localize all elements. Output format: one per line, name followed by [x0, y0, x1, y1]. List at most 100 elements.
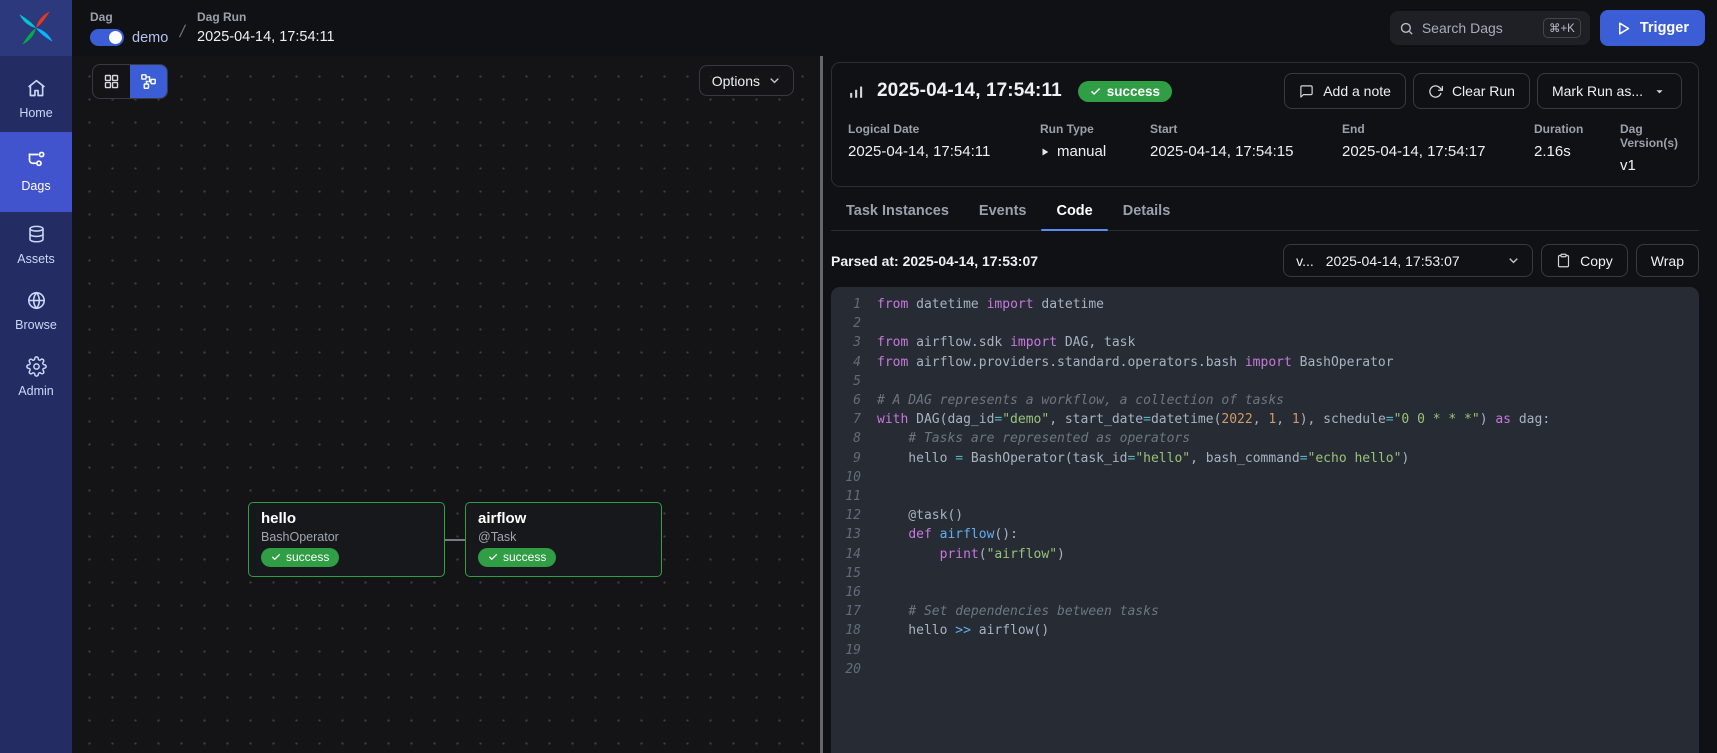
- copy-button[interactable]: Copy: [1541, 244, 1628, 277]
- graph-view-button[interactable]: [130, 65, 167, 98]
- check-icon: [1090, 86, 1101, 97]
- line-number: 5: [831, 372, 861, 391]
- chevron-down-icon: [1507, 254, 1520, 267]
- line-content: hello >> airflow(): [877, 621, 1049, 640]
- line-number: 10: [831, 468, 861, 487]
- dag-run-value: 2025-04-14, 17:54:11: [197, 29, 335, 45]
- meta-label: Dag Version(s): [1620, 122, 1682, 150]
- line-number: 3: [831, 333, 861, 352]
- run-meta-run-type: Run Type manual: [1040, 122, 1150, 174]
- meta-value: 2025-04-14, 17:54:15: [1150, 143, 1342, 160]
- code-block[interactable]: 1from datetime import datetime23from air…: [831, 287, 1699, 753]
- graph-panel[interactable]: Options helloBashOperatorsuccess airflow@…: [72, 56, 820, 753]
- bar-chart-icon: [848, 83, 865, 100]
- code-line: 3from airflow.sdk import DAG, task: [831, 333, 1699, 352]
- line-number: 6: [831, 391, 861, 410]
- airflow-pinwheel-icon: [17, 9, 55, 47]
- line-number: 9: [831, 449, 861, 468]
- graph-node-hello[interactable]: helloBashOperatorsuccess: [248, 502, 445, 577]
- dag-version-select[interactable]: v... 2025-04-14, 17:53:07: [1283, 244, 1533, 277]
- code-line: 10: [831, 468, 1699, 487]
- graph-node-airflow[interactable]: airflow@Tasksuccess: [465, 502, 662, 577]
- line-number: 4: [831, 353, 861, 372]
- redo-icon: [1428, 84, 1443, 99]
- code-line: 17 # Set dependencies between tasks: [831, 602, 1699, 621]
- clear-run-button[interactable]: Clear Run: [1413, 73, 1530, 109]
- line-content: with DAG(dag_id="demo", start_date=datet…: [877, 410, 1550, 429]
- version-value: 2025-04-14, 17:53:07: [1326, 253, 1460, 269]
- home-icon: [26, 78, 47, 99]
- sidebar-item-browse[interactable]: Browse: [0, 278, 72, 344]
- toggle-knob: [109, 31, 122, 44]
- dag-pause-toggle[interactable]: [90, 29, 124, 46]
- code-line: 20: [831, 660, 1699, 679]
- breadcrumb: Dag demo / Dag Run 2025-04-14, 17:54:11: [90, 10, 335, 46]
- browse-icon: [26, 290, 47, 311]
- mark-run-as-button[interactable]: Mark Run as...: [1537, 73, 1682, 109]
- sidebar: Home Dags Assets Browse Admin: [0, 0, 72, 753]
- caret-down-icon: [1652, 84, 1667, 99]
- admin-icon: [26, 356, 47, 377]
- line-number: 11: [831, 487, 861, 506]
- line-number: 1: [831, 295, 861, 314]
- code-line: 13 def airflow():: [831, 525, 1699, 544]
- tab-details[interactable]: Details: [1108, 194, 1186, 230]
- line-number: 12: [831, 506, 861, 525]
- wrap-button[interactable]: Wrap: [1636, 244, 1699, 277]
- line-content: from datetime import datetime: [877, 295, 1104, 314]
- search-box[interactable]: ⌘+K: [1390, 11, 1590, 45]
- trigger-button[interactable]: Trigger: [1600, 10, 1705, 46]
- sidebar-item-assets[interactable]: Assets: [0, 212, 72, 278]
- dag-label: Dag: [90, 10, 168, 24]
- meta-label: Run Type: [1040, 122, 1150, 136]
- line-number: 8: [831, 429, 861, 448]
- tab-task-instances[interactable]: Task Instances: [831, 194, 964, 230]
- sidebar-item-home[interactable]: Home: [0, 66, 72, 132]
- code-line: 9 hello = BashOperator(task_id="hello", …: [831, 449, 1699, 468]
- code-tools: v... 2025-04-14, 17:53:07 Copy Wrap: [1283, 244, 1699, 277]
- breadcrumb-dag-run: Dag Run 2025-04-14, 17:54:11: [197, 10, 335, 45]
- line-number: 15: [831, 564, 861, 583]
- tab-code[interactable]: Code: [1041, 194, 1107, 230]
- breadcrumb-dag-link[interactable]: demo: [132, 30, 168, 46]
- line-number: 14: [831, 545, 861, 564]
- meta-value: 2.16s: [1534, 143, 1620, 160]
- line-number: 16: [831, 583, 861, 602]
- tab-events[interactable]: Events: [964, 194, 1042, 230]
- run-meta-start: Start2025-04-14, 17:54:15: [1150, 122, 1342, 174]
- run-meta-end: End2025-04-14, 17:54:17: [1342, 122, 1534, 174]
- line-content: def airflow():: [877, 525, 1018, 544]
- meta-label: End: [1342, 122, 1534, 136]
- view-mode-toggle: [92, 64, 168, 99]
- line-number: 13: [831, 525, 861, 544]
- code-line: 7with DAG(dag_id="demo", start_date=date…: [831, 410, 1699, 429]
- parsed-at-text: Parsed at: 2025-04-14, 17:53:07: [831, 253, 1038, 269]
- meta-label: Logical Date: [848, 122, 1040, 136]
- run-meta-logical-date: Logical Date2025-04-14, 17:54:11: [848, 122, 1040, 174]
- search-input[interactable]: [1422, 20, 1535, 36]
- chevron-down-icon: [768, 74, 781, 87]
- check-icon: [271, 552, 281, 562]
- graph-options-button[interactable]: Options: [699, 65, 794, 96]
- trigger-label: Trigger: [1640, 20, 1689, 36]
- code-toolbar: Parsed at: 2025-04-14, 17:53:07 v... 202…: [831, 244, 1699, 277]
- line-content: hello = BashOperator(task_id="hello", ba…: [877, 449, 1409, 468]
- sidebar-item-label: Browse: [15, 318, 57, 332]
- play-icon: [1040, 147, 1050, 157]
- airflow-logo[interactable]: [0, 0, 72, 56]
- run-actions: Add a note Clear Run Mark Run as...: [1284, 73, 1682, 109]
- sidebar-item-dags[interactable]: Dags: [0, 132, 72, 212]
- add-note-button[interactable]: Add a note: [1284, 73, 1406, 109]
- meta-value: manual: [1040, 143, 1150, 160]
- sidebar-item-label: Home: [19, 106, 52, 120]
- run-header: 2025-04-14, 17:54:11 success Add a note: [848, 73, 1682, 109]
- line-number: 17: [831, 602, 861, 621]
- options-label: Options: [712, 73, 760, 89]
- search-shortcut-badge: ⌘+K: [1543, 18, 1581, 38]
- sidebar-item-label: Assets: [17, 252, 55, 266]
- code-line: 4from airflow.providers.standard.operato…: [831, 353, 1699, 372]
- grid-view-button[interactable]: [93, 65, 130, 98]
- sidebar-item-admin[interactable]: Admin: [0, 344, 72, 410]
- run-summary-card: 2025-04-14, 17:54:11 success Add a note: [831, 62, 1699, 187]
- line-number: 20: [831, 660, 861, 679]
